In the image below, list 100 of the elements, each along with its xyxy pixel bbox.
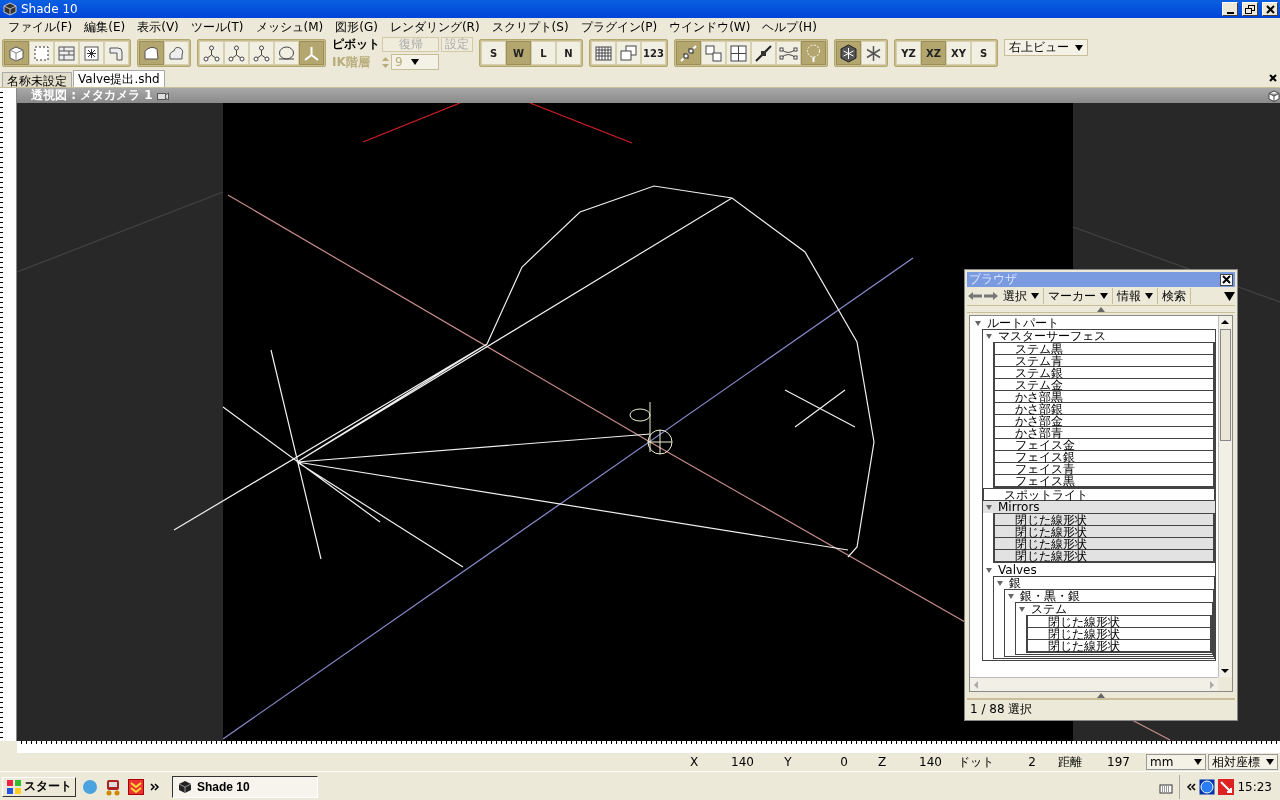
panel-menu[interactable]: 情報 <box>1113 288 1158 304</box>
tree-item[interactable]: ステム青 <box>994 354 1214 367</box>
tool-button[interactable]: XZ <box>921 41 946 65</box>
tree-item[interactable]: 閉じた線形状 <box>1027 639 1211 652</box>
tree-item[interactable]: スポットライト <box>983 488 1215 501</box>
tree-item-label: ステム金 <box>1015 378 1063 391</box>
tree-item-label: スポットライト <box>1004 488 1088 501</box>
tool-button[interactable] <box>861 41 886 65</box>
tree-item[interactable]: かさ部黒 <box>994 390 1214 403</box>
tree-item[interactable]: フェイス銀 <box>994 450 1214 463</box>
minimize-button[interactable] <box>1222 2 1238 16</box>
tool-button[interactable] <box>79 41 104 65</box>
vertical-scrollbar[interactable] <box>1218 316 1232 677</box>
cube-icon[interactable] <box>1268 89 1280 102</box>
tree-item[interactable]: Mirrors <box>983 501 1215 513</box>
coordinate-mode-dropdown[interactable]: 相対座標 <box>1208 754 1278 770</box>
tree-item-label: 閉じた線形状 <box>1015 525 1087 538</box>
tree-item[interactable]: 銀 <box>994 577 1214 589</box>
unit-dropdown[interactable]: mm <box>1146 754 1206 770</box>
app-cube-icon <box>178 779 192 794</box>
restore-button[interactable] <box>1242 2 1258 16</box>
tree-item[interactable]: フェイス黒 <box>994 474 1214 487</box>
tree-item-label: Mirrors <box>998 501 1040 513</box>
taskbar-button[interactable]: Shade 10 <box>172 775 318 798</box>
tree-item[interactable]: 銀・黒・銀 <box>1005 590 1213 602</box>
camera-icon[interactable] <box>156 90 169 101</box>
close-icon[interactable] <box>1269 74 1277 82</box>
tree-item[interactable]: ステム金 <box>994 378 1214 391</box>
tool-button[interactable] <box>836 41 861 65</box>
menu-item[interactable]: ヘルプ(H) <box>756 19 823 36</box>
menu-item[interactable]: レンダリング(R) <box>383 19 486 36</box>
tool-button[interactable] <box>199 41 224 65</box>
chevron-left-icon[interactable] <box>1186 781 1197 792</box>
tree-item[interactable]: かさ部青 <box>994 426 1214 439</box>
close-button[interactable] <box>1220 273 1233 286</box>
tree-item[interactable]: Valves <box>983 564 1215 576</box>
tool-button[interactable] <box>726 41 751 65</box>
menu-item[interactable]: ファイル(F) <box>2 19 79 36</box>
tool-button[interactable]: L <box>531 41 556 65</box>
tree-item[interactable]: 閉じた線形状 <box>1027 627 1211 640</box>
tree-item[interactable]: マスターサーフェス <box>983 330 1215 342</box>
tree-item[interactable]: フェイス金 <box>994 438 1214 451</box>
tree-item[interactable]: ルートパート <box>972 317 1216 329</box>
menu-item[interactable]: メッシュ(M) <box>249 19 330 36</box>
tree-item-label: かさ部銀 <box>1015 402 1063 415</box>
expander-icon[interactable] <box>986 333 992 339</box>
tool-button[interactable] <box>751 41 776 65</box>
tool-button[interactable] <box>249 41 274 65</box>
tree-item[interactable]: ステム銀 <box>994 366 1214 379</box>
menu-item[interactable]: ウインドウ(W) <box>663 19 757 36</box>
tool-button[interactable]: 123 <box>641 41 666 65</box>
tool-button[interactable]: N <box>556 41 581 65</box>
tree-item-label: かさ部金 <box>1015 414 1063 427</box>
tree-item[interactable]: かさ部金 <box>994 414 1214 427</box>
menu-item[interactable]: 図形(G) <box>329 19 384 36</box>
expander-icon[interactable] <box>986 567 992 573</box>
view-dropdown-value: 右上ビュー <box>1009 39 1069 56</box>
expander-icon[interactable] <box>975 320 981 326</box>
splitter-handle-icon[interactable] <box>1097 306 1105 312</box>
back-forward-arrows-icon[interactable] <box>967 289 999 303</box>
tree-item-label: ステム青 <box>1015 354 1063 367</box>
panel-menu[interactable]: 選択 <box>999 288 1044 304</box>
windows-icon <box>618 42 639 64</box>
tool-button[interactable]: XY <box>946 41 971 65</box>
document-tab[interactable]: 名称未設定 <box>2 72 72 87</box>
expander-icon[interactable] <box>1019 606 1025 612</box>
tree-item-label: かさ部黒 <box>1015 390 1063 403</box>
tree-item[interactable]: フェイス青 <box>994 462 1214 475</box>
view-dropdown[interactable]: 右上ビュー <box>1004 39 1088 56</box>
expander-icon[interactable] <box>997 580 1003 586</box>
start-label: スタート <box>24 778 72 795</box>
menu-item[interactable]: 表示(V) <box>131 19 185 36</box>
tool-button[interactable]: S <box>971 41 996 65</box>
scroll-thumb[interactable] <box>1220 329 1231 441</box>
windows-flag-icon <box>6 778 22 795</box>
tree-item[interactable]: 閉じた線形状 <box>1027 615 1211 628</box>
start-button[interactable]: スタート <box>2 776 76 797</box>
expander-icon[interactable] <box>1008 593 1014 599</box>
panel-menu[interactable]: 検索 <box>1158 288 1191 304</box>
tree-item[interactable]: ステム黒 <box>994 342 1214 355</box>
menu-item[interactable]: スクリプト(S) <box>485 19 575 36</box>
tool-button[interactable] <box>224 41 249 65</box>
menu-item[interactable]: 編集(E) <box>78 19 132 36</box>
tool-button[interactable]: W <box>506 41 531 65</box>
tool-button[interactable]: S <box>481 41 506 65</box>
round-tray-icon[interactable] <box>1199 778 1216 795</box>
double-down-arrow-icon[interactable] <box>128 778 144 795</box>
menu-item[interactable]: ツール(T) <box>184 19 250 36</box>
chevron-right-icon[interactable] <box>150 781 160 792</box>
document-tab[interactable]: Valve提出.shd <box>73 70 165 87</box>
menu-item[interactable]: プラグイン(P) <box>574 19 664 36</box>
tree-item[interactable]: 閉じた線形状 <box>994 549 1214 562</box>
panel-menu[interactable]: マーカー <box>1044 288 1113 304</box>
tree-item[interactable]: ステム <box>1016 603 1212 615</box>
tree-item[interactable]: かさ部銀 <box>994 402 1214 415</box>
tool-button[interactable]: YZ <box>896 41 921 65</box>
joint-icon <box>251 42 272 64</box>
dropdown-arrow-icon[interactable] <box>1224 291 1235 301</box>
line-icon <box>753 42 774 64</box>
coordinate-label: X <box>688 755 700 769</box>
